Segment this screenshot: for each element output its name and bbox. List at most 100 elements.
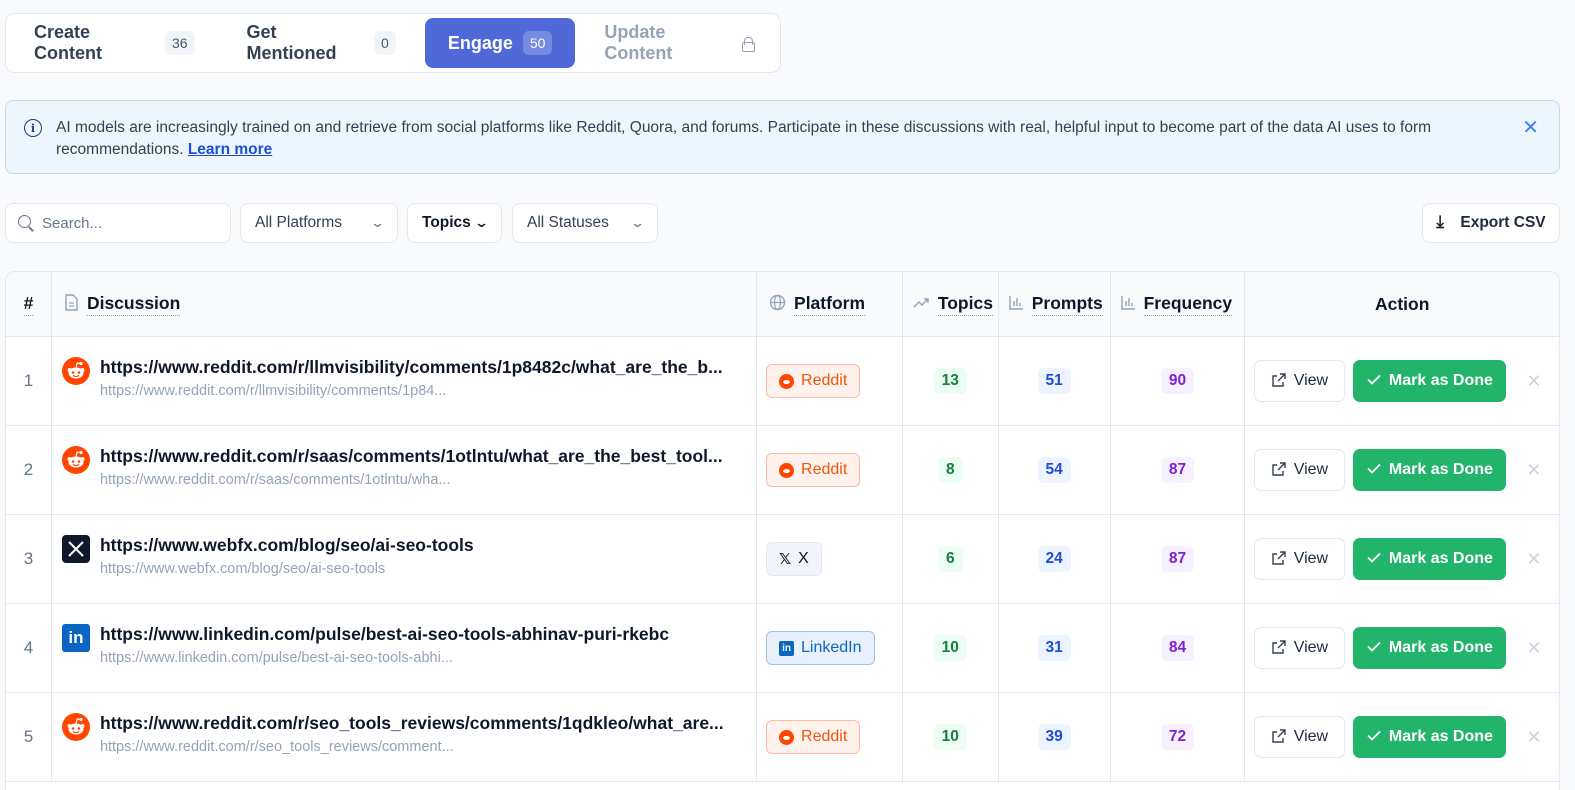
- dismiss-icon[interactable]: ✕: [1526, 371, 1541, 392]
- header-label: Platform: [794, 293, 865, 316]
- view-button[interactable]: View: [1254, 627, 1346, 669]
- prompts-cell: 54: [999, 426, 1111, 514]
- globe-icon: [769, 294, 786, 315]
- tab-create-content[interactable]: Create Content 36: [11, 18, 218, 68]
- external-link-icon: [1272, 372, 1286, 390]
- dismiss-icon[interactable]: ✕: [1526, 549, 1541, 570]
- tab-label: Get Mentioned: [246, 22, 337, 63]
- check-icon: [1367, 728, 1381, 746]
- tab-get-mentioned[interactable]: Get Mentioned 0: [224, 18, 419, 68]
- search-input[interactable]: [42, 214, 212, 232]
- prompts-cell: 31: [999, 604, 1111, 692]
- dismiss-icon[interactable]: ✕: [1526, 460, 1541, 481]
- topics-cell: 10: [903, 693, 999, 781]
- frequency-cell: 87: [1111, 515, 1246, 603]
- platform-cell: Reddit: [757, 693, 903, 781]
- mark-as-done-button[interactable]: Mark as Done: [1353, 538, 1507, 580]
- table-row: 1 https://www.reddit.com/r/llmvisibility…: [6, 337, 1559, 426]
- row-number: 1: [6, 337, 52, 425]
- tab-label: Update Content: [604, 22, 673, 63]
- row-number-value: 4: [23, 638, 34, 657]
- dismiss-icon[interactable]: ✕: [1526, 727, 1541, 748]
- action-cell: View Mark as Done ✕: [1245, 515, 1559, 603]
- info-icon: i: [24, 119, 42, 137]
- discussion-title[interactable]: https://www.webfx.com/blog/seo/ai-seo-to…: [100, 535, 474, 556]
- discussion-cell: https://www.reddit.com/r/seo_tools_revie…: [52, 693, 758, 781]
- check-icon: [1367, 550, 1381, 568]
- discussion-title[interactable]: https://www.reddit.com/r/seo_tools_revie…: [100, 713, 724, 734]
- table-row: 2 https://www.reddit.com/r/saas/comments…: [6, 426, 1559, 515]
- tab-update-content[interactable]: Update Content: [581, 18, 775, 68]
- discussion-title[interactable]: https://www.reddit.com/r/llmvisibility/c…: [100, 357, 723, 378]
- header-prompts[interactable]: Prompts: [999, 272, 1111, 336]
- linkedin-icon: in: [779, 640, 795, 656]
- mark-as-done-button[interactable]: Mark as Done: [1353, 360, 1507, 402]
- platform-label: Reddit: [801, 372, 848, 389]
- reddit-icon: [779, 729, 795, 745]
- header-frequency[interactable]: Frequency: [1111, 272, 1246, 336]
- learn-more-link[interactable]: Learn more: [188, 141, 272, 158]
- mark-as-done-button[interactable]: Mark as Done: [1353, 449, 1507, 491]
- row-number: 4: [6, 604, 52, 692]
- tab-count: 50: [522, 31, 553, 55]
- status-filter[interactable]: All Statuses ⌄: [512, 203, 658, 243]
- header-label: Discussion: [86, 293, 181, 316]
- external-link-icon: [1272, 639, 1286, 657]
- view-button[interactable]: View: [1254, 716, 1346, 758]
- row-number-value: 5: [23, 727, 34, 746]
- header-label: Action: [1374, 293, 1430, 314]
- mark-as-done-label: Mark as Done: [1388, 639, 1493, 656]
- search-box: [5, 203, 231, 243]
- dismiss-icon[interactable]: ✕: [1526, 638, 1541, 659]
- platform-cell: in LinkedIn: [757, 604, 903, 692]
- mark-as-done-button[interactable]: Mark as Done: [1353, 716, 1507, 758]
- chevron-down-icon: ⌄: [629, 215, 646, 230]
- frequency-value: 72: [1160, 724, 1195, 750]
- export-csv-button[interactable]: Export CSV: [1422, 203, 1560, 243]
- header-label: Frequency: [1143, 293, 1233, 316]
- frequency-value: 90: [1160, 368, 1195, 394]
- topics-count: 8: [937, 457, 963, 483]
- discussion-url: https://www.reddit.com/r/seo_tools_revie…: [99, 739, 454, 755]
- discussion-cell: https://www.reddit.com/r/llmvisibility/c…: [52, 337, 758, 425]
- frequency-value: 84: [1160, 635, 1195, 661]
- view-button[interactable]: View: [1254, 538, 1346, 580]
- content-tabs: Create Content 36 Get Mentioned 0 Engage…: [5, 13, 781, 73]
- topics-cell: 13: [903, 337, 999, 425]
- topics-filter[interactable]: Topics ⌄: [407, 203, 502, 243]
- view-button[interactable]: View: [1254, 360, 1346, 402]
- topics-cell: 10: [903, 604, 999, 692]
- table-body: 1 https://www.reddit.com/r/llmvisibility…: [6, 337, 1559, 782]
- linkedin-icon: in: [61, 624, 90, 652]
- discussion-title[interactable]: https://www.reddit.com/r/saas/comments/1…: [100, 446, 723, 467]
- banner-text: AI models are increasingly trained on an…: [56, 117, 1496, 161]
- header-discussion[interactable]: Discussion: [52, 272, 758, 336]
- discussion-title[interactable]: https://www.linkedin.com/pulse/best-ai-s…: [100, 624, 669, 645]
- platform-filter[interactable]: All Platforms ⌄: [240, 203, 398, 243]
- discussion-text: https://www.linkedin.com/pulse/best-ai-s…: [100, 624, 669, 666]
- tab-count: 0: [374, 31, 396, 55]
- action-cell: View Mark as Done ✕: [1245, 604, 1559, 692]
- platform-cell: Reddit: [757, 426, 903, 514]
- row-number: 2: [6, 426, 52, 514]
- check-icon: [1367, 372, 1381, 390]
- header-platform[interactable]: Platform: [757, 272, 903, 336]
- discussions-table: # Discussion Platform Topics Prompts Fre…: [5, 271, 1560, 790]
- action-cell: View Mark as Done ✕: [1245, 693, 1559, 781]
- topics-count: 10: [933, 724, 967, 750]
- mark-as-done-button[interactable]: Mark as Done: [1353, 627, 1507, 669]
- prompts-count: 54: [1037, 457, 1071, 483]
- close-icon[interactable]: ✕: [1522, 115, 1539, 140]
- x-icon: 𝕏: [779, 551, 792, 568]
- view-button[interactable]: View: [1254, 449, 1346, 491]
- mark-as-done-label: Mark as Done: [1388, 550, 1493, 567]
- tab-engage[interactable]: Engage 50: [424, 18, 576, 68]
- frequency-cell: 84: [1111, 604, 1246, 692]
- header-label: Topics: [937, 293, 993, 316]
- bar-chart-icon: [1009, 295, 1024, 314]
- header-topics[interactable]: Topics: [903, 272, 999, 336]
- chevron-down-icon: ⌄: [369, 215, 386, 230]
- mark-as-done-label: Mark as Done: [1388, 461, 1493, 478]
- view-label: View: [1293, 639, 1329, 656]
- document-icon: [64, 293, 79, 315]
